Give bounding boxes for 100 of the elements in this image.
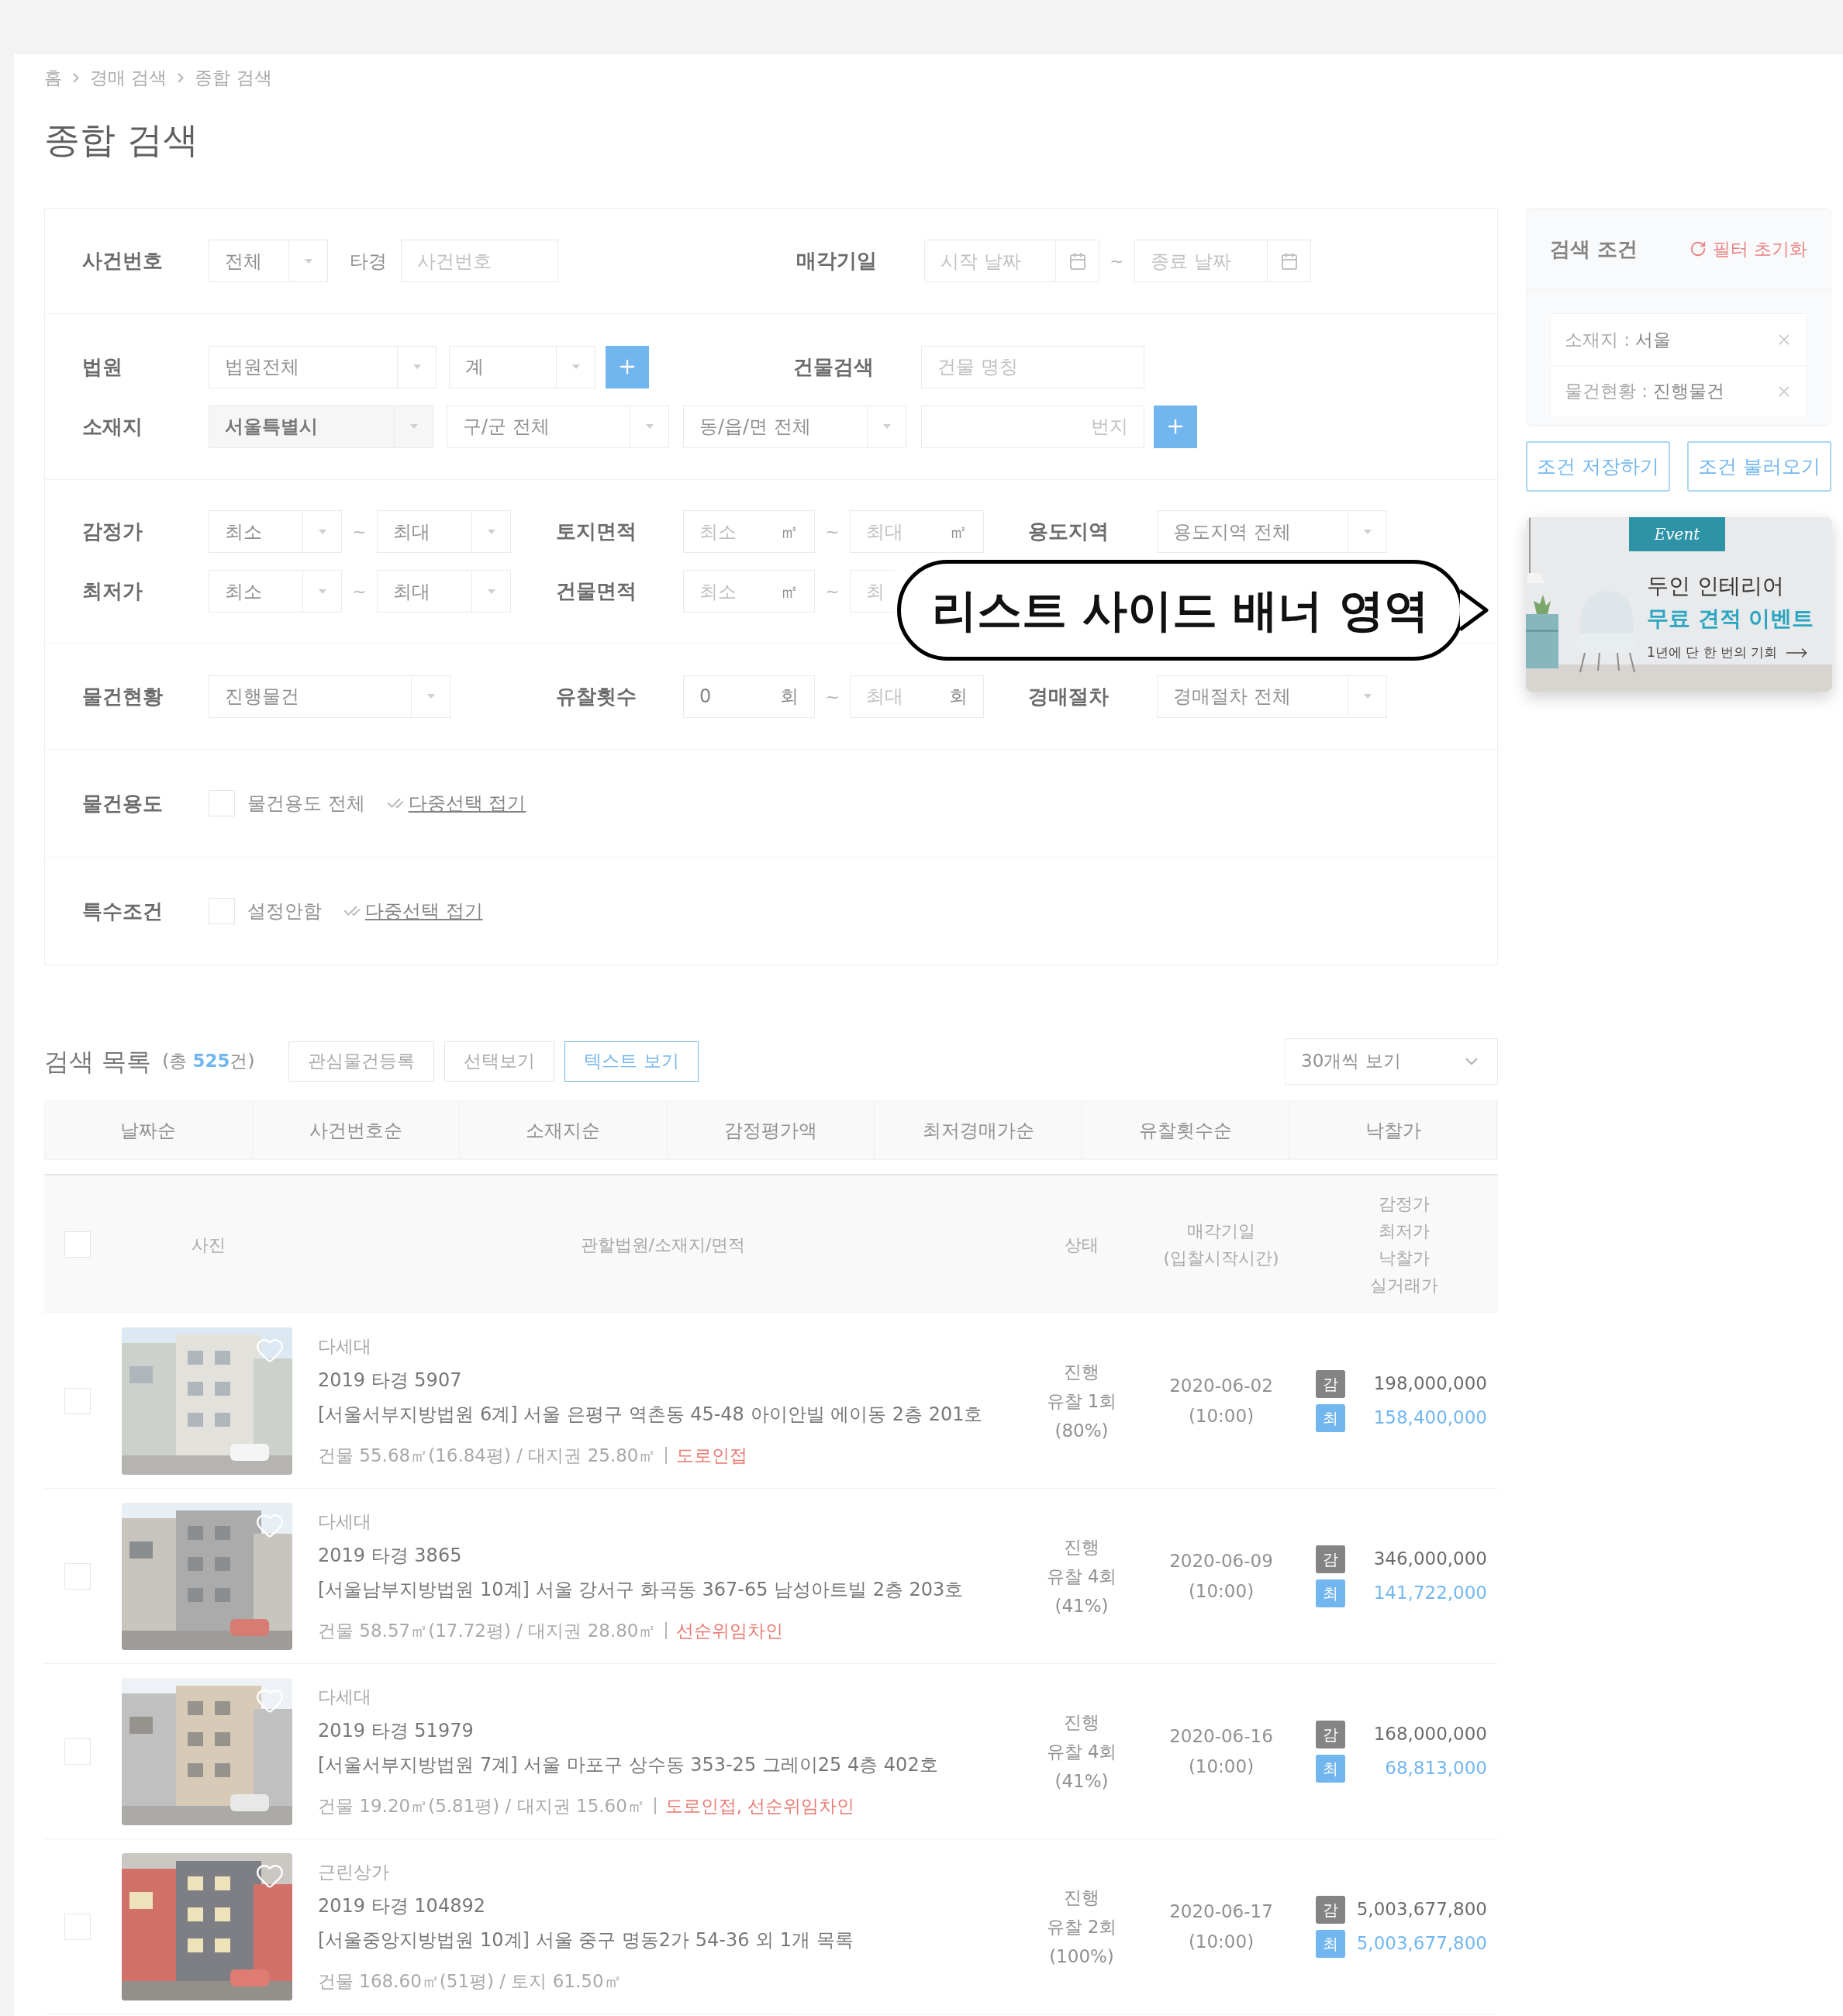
event-banner[interactable]: Event 두인 인테리어 무료 견적 이벤트 1년에 단 한 번의 기회 xyxy=(1526,517,1832,692)
list-action-button[interactable]: 관심물건등록 xyxy=(288,1041,435,1082)
case-number: 2019 타경 3865 xyxy=(318,1543,463,1568)
date-field[interactable]: 종료 날짜 xyxy=(1134,240,1311,282)
range-separator: ~ xyxy=(824,581,840,602)
property-tags: 도로인접, 선순위임차인 xyxy=(654,1797,855,1814)
condition-chip[interactable]: 물건현황 : 진행물건 xyxy=(1551,365,1807,416)
area-info: 건물 168.60㎡(51평) / 토지 61.50㎡ xyxy=(318,1969,622,1993)
column-header: 감정가 최저가 낙찰가 실거래가 xyxy=(1369,1193,1439,1296)
add-button[interactable] xyxy=(1154,405,1197,448)
sort-tab[interactable]: 소재지순 xyxy=(460,1101,668,1159)
minimum-badge: 최 xyxy=(1316,1929,1345,1958)
breadcrumb-link[interactable]: 경매 검색 xyxy=(90,64,167,91)
field-label: 소재지 xyxy=(82,413,143,440)
select-field[interactable]: 계 xyxy=(449,345,595,388)
property-address: [서울서부지방법원 7계] 서울 마포구 상수동 353-25 그레이25 4층 402호 xyxy=(318,1752,939,1777)
minimum-price: 68,813,000 xyxy=(1385,1757,1487,1780)
condition-chip[interactable]: 소재지 : 서울 xyxy=(1551,314,1807,365)
property-address: [서울서부지방법원 6계] 서울 은평구 역촌동 45-48 아이안빌 에이동 2층 201호 xyxy=(318,1402,984,1427)
input-field[interactable]: 최 xyxy=(850,570,895,613)
collapse-link[interactable]: 다중선택 접기 xyxy=(365,897,483,925)
range-separator: ~ xyxy=(351,581,368,602)
banner-highlight: 무료 견적 이벤트 xyxy=(1647,605,1814,633)
input-field[interactable]: 사건번호 xyxy=(401,240,558,282)
sort-tab[interactable]: 낙찰가 xyxy=(1289,1101,1497,1159)
caret-icon xyxy=(882,424,891,429)
column-header: 매각기일 (입찰시작시간) xyxy=(1162,1220,1280,1269)
input-field[interactable]: 최대 회 xyxy=(850,675,984,718)
property-tags: 도로인접 xyxy=(665,1446,748,1464)
range-separator: ~ xyxy=(824,521,840,543)
area-info: 건물 19.20㎡(5.81평) / 대지권 15.60㎡ xyxy=(318,1794,645,1818)
input-field[interactable]: 번지 xyxy=(921,405,1144,448)
property-address: [서울남부지방법원 10계] 서울 강서구 화곡동 367-65 남성아트빌 2층 203호 xyxy=(318,1577,965,1602)
banner-title: 두인 인테리어 xyxy=(1647,572,1785,600)
field-label: 토지면적 xyxy=(556,519,637,544)
select-field[interactable]: 서울특별시 xyxy=(209,405,433,448)
breadcrumb-link[interactable]: 종합 검색 xyxy=(195,64,272,91)
date-field[interactable]: 시작 날짜 xyxy=(924,240,1099,282)
condition-button[interactable]: 조건 불러오기 xyxy=(1687,441,1831,492)
condition-button[interactable]: 조건 저장하기 xyxy=(1526,441,1670,492)
select-field[interactable]: 진행물건 xyxy=(209,675,450,718)
calendar-icon xyxy=(1279,251,1299,271)
row-checkbox[interactable] xyxy=(64,1913,91,1940)
sale-time: (10:00) xyxy=(1188,1404,1255,1427)
input-field[interactable]: 건물 명칭 xyxy=(921,345,1144,388)
area-info: 건물 58.57㎡(17.72평) / 대지권 28.80㎡ xyxy=(318,1619,657,1642)
area-info: 건물 55.68㎡(16.84평) / 대지권 25.80㎡ xyxy=(318,1444,657,1467)
caret-icon xyxy=(318,589,326,594)
reset-filter-button[interactable]: 필터 초기화 xyxy=(1689,235,1807,263)
field-label: 건물면적 xyxy=(556,578,637,604)
sort-tab[interactable]: 감정평가액 xyxy=(667,1101,875,1159)
chevron-icon xyxy=(178,72,185,83)
column-header: 상태 xyxy=(1064,1234,1099,1256)
range-separator: ~ xyxy=(351,521,368,543)
select-field[interactable]: 법원전체 xyxy=(209,345,437,388)
list-action-button[interactable]: 선택보기 xyxy=(444,1041,555,1082)
column-header: 사진 xyxy=(190,1234,226,1256)
field-label: 법원 xyxy=(82,354,123,380)
input-field[interactable]: 최소 ㎡ xyxy=(683,510,815,553)
sort-tab[interactable]: 날짜순 xyxy=(45,1101,253,1159)
sale-date: 2020-06-16 xyxy=(1169,1724,1273,1748)
refresh-icon xyxy=(1689,240,1707,257)
range-separator: ~ xyxy=(1109,250,1125,272)
results-title: 검색 목록 xyxy=(44,1045,152,1078)
checkbox[interactable] xyxy=(209,898,235,924)
select-field[interactable]: 경매절차 전체 xyxy=(1157,675,1387,718)
select-field[interactable]: 최소 xyxy=(209,510,342,553)
input-field[interactable]: 0 회 xyxy=(683,675,815,718)
page-title: 종합 검색 xyxy=(44,118,199,161)
page-size-select[interactable]: 30개씩 보기 xyxy=(1285,1037,1498,1085)
select-field[interactable]: 전체 xyxy=(209,240,328,282)
banner-subtitle: 1년에 단 한 번의 기회 xyxy=(1647,644,1778,662)
list-action-button[interactable]: 텍스트 보기 xyxy=(564,1041,699,1082)
row-checkbox[interactable] xyxy=(64,1387,91,1414)
select-field[interactable]: 최대 xyxy=(377,570,511,613)
checkbox[interactable] xyxy=(209,790,235,816)
sort-tab[interactable]: 사건번호순 xyxy=(252,1101,461,1159)
input-field[interactable]: 최대 ㎡ xyxy=(850,510,984,553)
select-field[interactable]: 동/읍/면 전체 xyxy=(683,405,906,448)
add-button[interactable] xyxy=(606,345,649,388)
collapse-link[interactable]: 다중선택 접기 xyxy=(408,789,526,817)
sale-date: 2020-06-02 xyxy=(1169,1374,1273,1397)
row-checkbox[interactable] xyxy=(64,1562,91,1590)
row-checkbox[interactable] xyxy=(64,1738,91,1765)
select-field[interactable]: 구/군 전체 xyxy=(447,405,669,448)
select-field[interactable]: 최대 xyxy=(377,510,511,553)
select-field[interactable]: 최소 xyxy=(209,570,342,613)
field-label: 유찰횟수 xyxy=(556,683,637,709)
input-field[interactable]: 최소 ㎡ xyxy=(683,570,815,613)
failed-count: 유찰 4회 xyxy=(1046,1740,1117,1763)
case-number: 2019 타경 104892 xyxy=(318,1893,486,1918)
breadcrumb-link[interactable]: 홈 xyxy=(44,64,62,91)
select-field[interactable]: 용도지역 전체 xyxy=(1157,510,1387,553)
sort-tab[interactable]: 최저경매가순 xyxy=(875,1101,1082,1159)
caret-icon xyxy=(1363,694,1372,699)
price-ratio: (80%) xyxy=(1054,1419,1109,1442)
minimum-price: 158,400,000 xyxy=(1373,1407,1487,1430)
sort-tab[interactable]: 유찰횟수순 xyxy=(1082,1101,1290,1159)
appraisal-price: 168,000,000 xyxy=(1373,1723,1487,1746)
select-all-checkbox[interactable] xyxy=(64,1231,91,1258)
